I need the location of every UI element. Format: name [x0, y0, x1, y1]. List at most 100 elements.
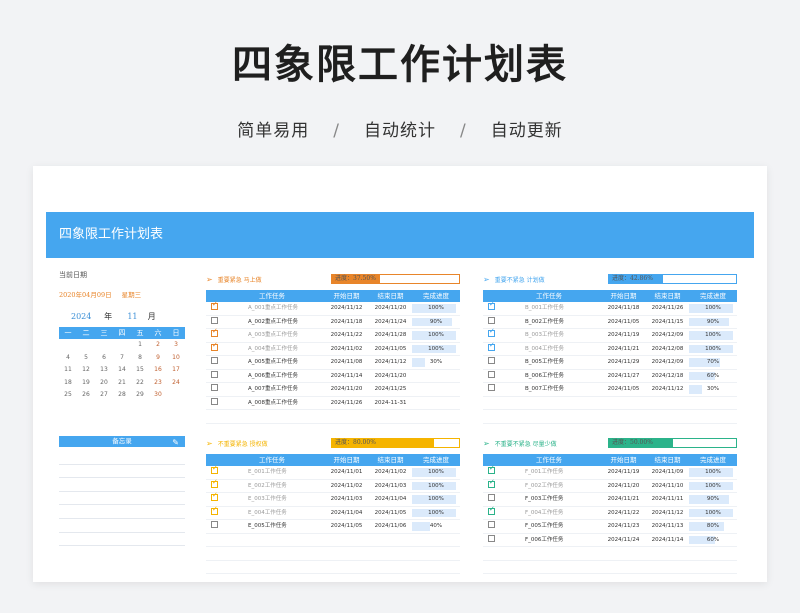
- task-checkbox[interactable]: [211, 357, 218, 364]
- table-row: E_004工作任务 2024/11/04 2024/11/05 100%: [206, 504, 460, 520]
- quadrant-progress-bar: 进度：80.00%: [331, 438, 460, 448]
- task-checkbox[interactable]: [211, 397, 218, 405]
- weekday-header: 四: [118, 329, 126, 337]
- calendar-day[interactable]: 8: [131, 352, 149, 365]
- memo-line[interactable]: [59, 465, 185, 479]
- calendar-day[interactable]: 2: [149, 339, 167, 352]
- task-checkbox[interactable]: [211, 384, 218, 391]
- task-checkbox[interactable]: [211, 316, 218, 324]
- calendar-day[interactable]: 28: [113, 389, 131, 402]
- task-checkbox[interactable]: [211, 340, 218, 351]
- task-checkbox[interactable]: [488, 340, 495, 351]
- col-task: 工作任务: [259, 456, 285, 464]
- progress-cell: 100%: [689, 302, 737, 315]
- memo-area[interactable]: [59, 451, 185, 547]
- calendar-day[interactable]: 5: [77, 352, 95, 365]
- task-checkbox[interactable]: [211, 504, 218, 515]
- memo-line[interactable]: [59, 505, 185, 519]
- task-checkbox[interactable]: [488, 370, 495, 378]
- quadrant-progress-bar: 进度：50.00%: [608, 438, 737, 448]
- calendar-day[interactable]: 10: [167, 352, 185, 365]
- memo-line[interactable]: [59, 478, 185, 492]
- calendar-day[interactable]: 22: [131, 377, 149, 390]
- calendar-day[interactable]: 4: [59, 352, 77, 365]
- calendar-day[interactable]: 18: [59, 377, 77, 390]
- calendar-day[interactable]: 16: [149, 364, 167, 377]
- empty-row: [483, 574, 737, 582]
- calendar-day[interactable]: 19: [77, 377, 95, 390]
- calendar-day[interactable]: 7: [113, 352, 131, 365]
- task-checkbox[interactable]: [211, 370, 218, 378]
- calendar-day[interactable]: 21: [113, 377, 131, 390]
- calendar-day[interactable]: 14: [113, 364, 131, 377]
- progress-cell: 30%: [689, 383, 737, 396]
- calendar-day[interactable]: 29: [131, 389, 149, 402]
- table-row: E_005工作任务 2024/11/05 2024/11/06 40%: [206, 520, 460, 534]
- task-checkbox[interactable]: [211, 521, 218, 528]
- calendar-day[interactable]: 9: [149, 352, 167, 365]
- task-checkbox[interactable]: [488, 534, 495, 542]
- task-checkbox[interactable]: [211, 477, 218, 488]
- calendar-day[interactable]: 11: [59, 364, 77, 377]
- table-row: B_007工作任务 2024/11/05 2024/11/12 30%: [483, 383, 737, 397]
- calendar-day[interactable]: 26: [77, 389, 95, 402]
- memo-line[interactable]: [59, 451, 185, 465]
- progress-cell: 40%: [412, 520, 460, 533]
- calendar-day[interactable]: 12: [77, 364, 95, 377]
- calendar-day[interactable]: 3: [167, 339, 185, 352]
- task-name: A_003重点工作任务: [248, 332, 299, 338]
- pencil-icon[interactable]: ✎: [172, 437, 179, 448]
- calendar-day[interactable]: 1: [131, 339, 149, 352]
- task-checkbox[interactable]: [211, 463, 218, 474]
- task-checkbox[interactable]: [488, 384, 495, 391]
- calendar-day[interactable]: 17: [167, 364, 185, 377]
- start-date: 2024/11/08: [330, 359, 363, 365]
- quadrant-title: 不重要不紧急 尽量少做: [494, 440, 557, 448]
- calendar-day[interactable]: 23: [149, 377, 167, 390]
- calendar-day[interactable]: 30: [149, 389, 167, 402]
- task-checkbox[interactable]: [488, 504, 495, 515]
- calendar-day[interactable]: 6: [95, 352, 113, 365]
- memo-line[interactable]: [59, 519, 185, 533]
- memo-line[interactable]: [59, 492, 185, 506]
- task-checkbox[interactable]: [211, 299, 218, 310]
- progress-value: 70%: [706, 359, 720, 365]
- start-date: 2024/11/12: [330, 305, 363, 311]
- task-checkbox[interactable]: [488, 463, 495, 474]
- task-checkbox[interactable]: [488, 494, 495, 501]
- calendar-day[interactable]: 15: [131, 364, 149, 377]
- empty-row: [483, 547, 737, 561]
- memo-line[interactable]: [59, 533, 185, 547]
- table-row: A_007重点工作任务 2024/11/20 2024/11/25: [206, 383, 460, 397]
- task-name: A_004重点工作任务: [248, 345, 299, 352]
- task-checkbox[interactable]: [488, 316, 495, 324]
- calendar-day[interactable]: 25: [59, 389, 77, 402]
- empty-row: [206, 410, 460, 424]
- end-date: 2024/12/09: [651, 332, 684, 338]
- calendar-day[interactable]: 24: [167, 377, 185, 390]
- progress-cell: 100%: [412, 493, 460, 506]
- task-checkbox[interactable]: [488, 326, 495, 337]
- task-name: F_004工作任务: [525, 509, 564, 516]
- task-checkbox[interactable]: [488, 357, 495, 364]
- task-checkbox[interactable]: [211, 490, 218, 501]
- task-name: A_006重点工作任务: [248, 372, 299, 379]
- table-row: F_006工作任务 2024/11/24 2024/11/14 60%: [483, 534, 737, 547]
- calendar-year[interactable]: 2024: [71, 312, 91, 321]
- progress-cell: 100%: [689, 480, 737, 493]
- task-checkbox[interactable]: [488, 477, 495, 488]
- end-date: 2024/11/15: [651, 318, 684, 325]
- empty-row: [483, 410, 737, 424]
- calendar-month[interactable]: 11: [127, 312, 137, 321]
- task-checkbox[interactable]: [488, 299, 495, 310]
- task-checkbox[interactable]: [211, 326, 218, 337]
- calendar-day[interactable]: 20: [95, 377, 113, 390]
- progress-value: 100%: [705, 305, 721, 311]
- calendar-day[interactable]: 13: [95, 364, 113, 377]
- task-checkbox[interactable]: [488, 521, 495, 528]
- start-date: 2024/11/19: [607, 332, 640, 338]
- table-row: F_003工作任务 2024/11/21 2024/11/11 90%: [483, 493, 737, 507]
- calendar-day[interactable]: 27: [95, 389, 113, 402]
- tag-auto-stats: 自动统计: [364, 121, 436, 141]
- calendar-day: [167, 389, 185, 402]
